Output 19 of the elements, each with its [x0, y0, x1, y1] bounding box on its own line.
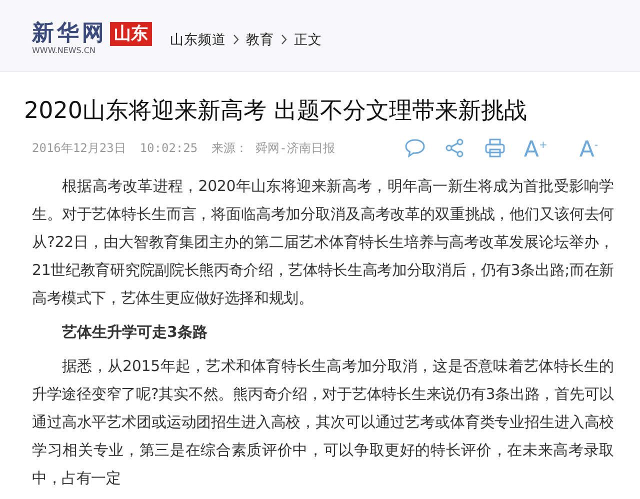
site-url: WWW.NEWS.CN [32, 46, 96, 56]
section-heading: 艺体生升学可走3条路 [61, 322, 208, 344]
breadcrumb-link[interactable]: 山东频道 [170, 30, 226, 48]
publish-time: 10:02:25 [140, 141, 198, 156]
chevron-icon [280, 34, 288, 45]
site-logo-text: 新华网 [32, 22, 107, 46]
article-title: 2020山东将迎来新高考 出题不分文理带来新挑战 [24, 97, 528, 126]
breadcrumb-link[interactable]: 正文 [294, 30, 322, 48]
comment-icon[interactable] [404, 138, 426, 158]
breadcrumb-link[interactable]: 教育 [246, 30, 274, 48]
publish-date: 2016年12月23日 [32, 140, 126, 157]
print-icon[interactable] [484, 138, 506, 158]
source-name: 舜网-济南日报 [256, 140, 335, 157]
region-badge: 山东 [110, 22, 152, 46]
source-label: 来源： [212, 140, 248, 157]
chevron-icon [232, 34, 240, 45]
article-paragraph: 根据高考改革进程，2020年山东将迎来新高考，明年高一新生将成为首批受影响学生。对于艺体特长生而言，将面临高考加分取消及高考改革的双重挑战，他们又该何去何从?22日，由大智教育集团主办的第二届艺术体育特长生培养与高考改革发展论坛举办，21世纪教育研究院副院长熊丙奇介绍，艺体特长生高考加分取消后，仍有3条出路;而在新高考模式下，艺体生更应做好选择和规划。 [32, 176, 614, 310]
article-paragraph: 据悉，从2015年起，艺术和体育特长生高考加分取消，这是否意味着艺体特长生的升学途径变窄了呢?其实不然。熊丙奇介绍，对于艺体特长生来说仍有3条出路，首先可以通过高水平艺术团或运动团招生进入高校，其次可以通过艺考或体育类专业招生进入高校学习相关专业，第三是在综合素质评价中，可以争取更好的特长评价，在未来高考录取中，占有一定 [32, 356, 614, 490]
share-icon[interactable] [444, 138, 466, 158]
